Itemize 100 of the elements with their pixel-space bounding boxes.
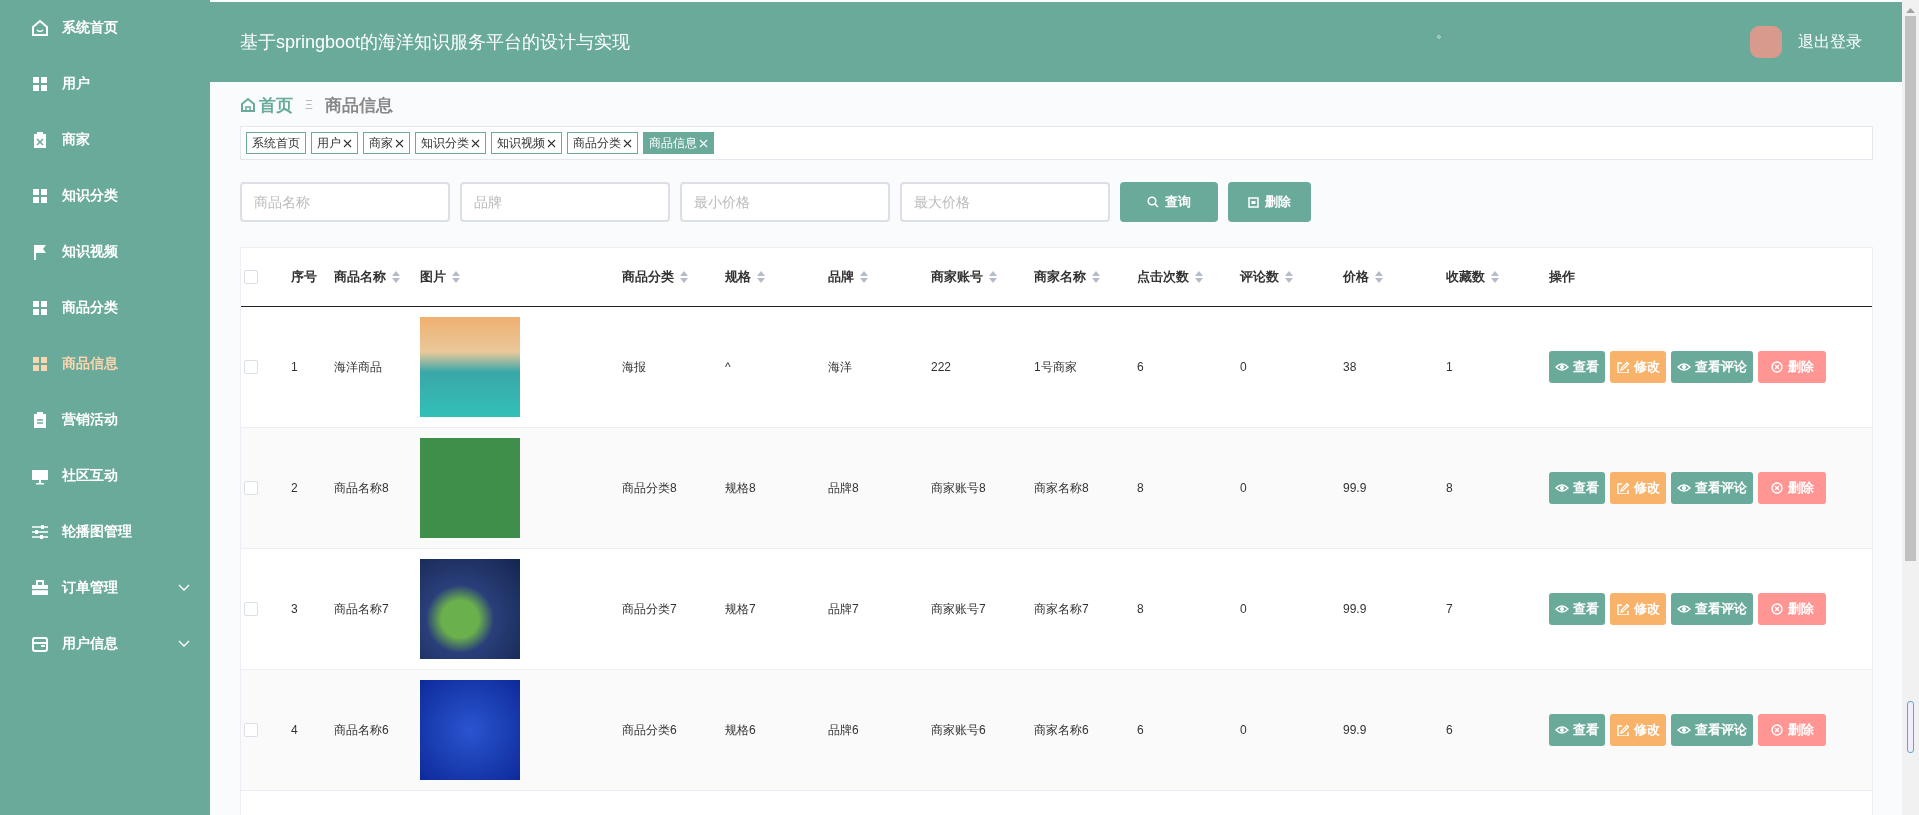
- sidebar-item[interactable]: 订单管理: [0, 560, 210, 616]
- table-cell-text: 0: [1240, 481, 1248, 495]
- site-title: 基于springboot的海洋知识服务平台的设计与实现: [240, 31, 631, 54]
- page-tab[interactable]: 商品分类: [567, 132, 638, 154]
- table-cell-text: 规格6: [725, 721, 757, 739]
- column-header: 商品分类: [622, 268, 674, 286]
- logout-link[interactable]: 退出登录: [1798, 31, 1862, 53]
- search-field[interactable]: 商品名称: [240, 182, 450, 222]
- column-header: 序号: [291, 268, 317, 286]
- home-icon: [31, 19, 49, 37]
- close-icon[interactable]: [623, 138, 632, 148]
- row-checkbox[interactable]: [244, 481, 258, 495]
- view-comments-button[interactable]: 查看评论: [1671, 593, 1753, 625]
- delete-button[interactable]: 删除: [1758, 593, 1826, 625]
- table-cell-text: 3: [291, 602, 299, 616]
- table-cell-text: 海洋: [828, 358, 853, 376]
- flag-icon: [31, 243, 49, 261]
- search-button[interactable]: 查询: [1120, 182, 1218, 222]
- search-field[interactable]: 最大价格: [900, 182, 1110, 222]
- page-tab[interactable]: 系统首页: [246, 132, 306, 154]
- sort-icon[interactable]: [1195, 271, 1203, 283]
- table-cell-text: 商家账号7: [931, 600, 987, 618]
- search-field[interactable]: 最小价格: [680, 182, 890, 222]
- sidebar-item[interactable]: 知识分类: [0, 168, 210, 224]
- avatar[interactable]: [1750, 26, 1782, 58]
- search-field[interactable]: 品牌: [460, 182, 670, 222]
- sidebar-item[interactable]: 商品分类: [0, 280, 210, 336]
- page-tab[interactable]: 商家: [363, 132, 410, 154]
- eye-icon: [1555, 361, 1569, 373]
- table-cell-text: 海报: [622, 358, 647, 376]
- scroll-up-icon[interactable]: [1906, 7, 1915, 14]
- sidebar-item[interactable]: 营销活动: [0, 392, 210, 448]
- table-cell-text: 商品名称7: [334, 600, 390, 618]
- pencil-square-icon: [1616, 603, 1630, 615]
- sort-icon[interactable]: [1092, 271, 1100, 283]
- sort-icon[interactable]: [1491, 271, 1499, 283]
- breadcrumb-home-link[interactable]: 首页: [240, 93, 293, 117]
- table-cell-text: 商品名称6: [334, 721, 390, 739]
- sidebar-item[interactable]: 商家: [0, 112, 210, 168]
- edit-button[interactable]: 修改: [1610, 472, 1666, 504]
- column-header: 商品名称: [334, 268, 386, 286]
- edit-button[interactable]: 修改: [1610, 351, 1666, 383]
- page-tab[interactable]: 商品信息: [643, 132, 714, 154]
- delete-button[interactable]: 删除: [1758, 472, 1826, 504]
- row-checkbox[interactable]: [244, 602, 258, 616]
- edit-button[interactable]: 修改: [1610, 714, 1666, 746]
- scrollbar-thumb[interactable]: [1905, 16, 1916, 561]
- row-checkbox[interactable]: [244, 723, 258, 737]
- row-checkbox[interactable]: [244, 360, 258, 374]
- page-tab[interactable]: 知识视频: [491, 132, 562, 154]
- table-cell-text: 99.9: [1343, 723, 1368, 737]
- close-icon[interactable]: [395, 138, 404, 148]
- page-tab[interactable]: 用户: [311, 132, 358, 154]
- close-icon[interactable]: [547, 138, 556, 148]
- sidebar-item[interactable]: 商品信息: [0, 336, 210, 392]
- breadcrumb-current: 商品信息: [324, 94, 393, 117]
- sort-icon[interactable]: [452, 271, 460, 283]
- delete-button[interactable]: 删除: [1228, 182, 1311, 222]
- sidebar-item[interactable]: 社区互动: [0, 448, 210, 504]
- sort-icon[interactable]: [1375, 271, 1383, 283]
- circle-x-icon: [1770, 724, 1784, 736]
- close-icon[interactable]: [343, 138, 352, 148]
- close-icon[interactable]: [471, 138, 480, 148]
- sort-icon[interactable]: [989, 271, 997, 283]
- table-cell-text: 商家名称6: [1034, 721, 1090, 739]
- page-tab[interactable]: 知识分类: [415, 132, 486, 154]
- sliders-icon: [31, 523, 49, 541]
- grid-icon: [31, 355, 49, 373]
- table-cell-text: 商品分类7: [622, 600, 678, 618]
- sort-icon[interactable]: [860, 271, 868, 283]
- slider-handle[interactable]: [1907, 701, 1914, 753]
- table-cell-text: 7: [1446, 602, 1454, 616]
- table-cell-text: 商品分类6: [622, 721, 678, 739]
- sidebar-item[interactable]: 轮播图管理: [0, 504, 210, 560]
- edit-button[interactable]: 修改: [1610, 593, 1666, 625]
- grid-icon: [31, 187, 49, 205]
- view-comments-button[interactable]: 查看评论: [1671, 472, 1753, 504]
- view-comments-button[interactable]: 查看评论: [1671, 714, 1753, 746]
- sidebar-item[interactable]: 用户: [0, 56, 210, 112]
- sort-icon[interactable]: [1285, 271, 1293, 283]
- sidebar-item[interactable]: 用户信息: [0, 616, 210, 672]
- trash-box-icon: [1248, 196, 1259, 208]
- table-cell-text: 商品分类8: [622, 479, 678, 497]
- table-cell-text: 6: [1446, 723, 1454, 737]
- view-button[interactable]: 查看: [1549, 472, 1605, 504]
- sidebar-item[interactable]: 系统首页: [0, 0, 210, 56]
- view-comments-button[interactable]: 查看评论: [1671, 351, 1753, 383]
- table-cell-text: 品牌8: [828, 479, 860, 497]
- table-cell-text: 品牌6: [828, 721, 860, 739]
- delete-button[interactable]: 删除: [1758, 714, 1826, 746]
- card-icon: [31, 635, 49, 653]
- select-all-checkbox[interactable]: [244, 270, 258, 284]
- view-button[interactable]: 查看: [1549, 351, 1605, 383]
- view-button[interactable]: 查看: [1549, 714, 1605, 746]
- delete-button[interactable]: 删除: [1758, 351, 1826, 383]
- sidebar-item[interactable]: 知识视频: [0, 224, 210, 280]
- view-button[interactable]: 查看: [1549, 593, 1605, 625]
- sort-icon[interactable]: [757, 271, 765, 283]
- sort-icon[interactable]: [680, 271, 688, 283]
- sort-icon[interactable]: [392, 271, 400, 283]
